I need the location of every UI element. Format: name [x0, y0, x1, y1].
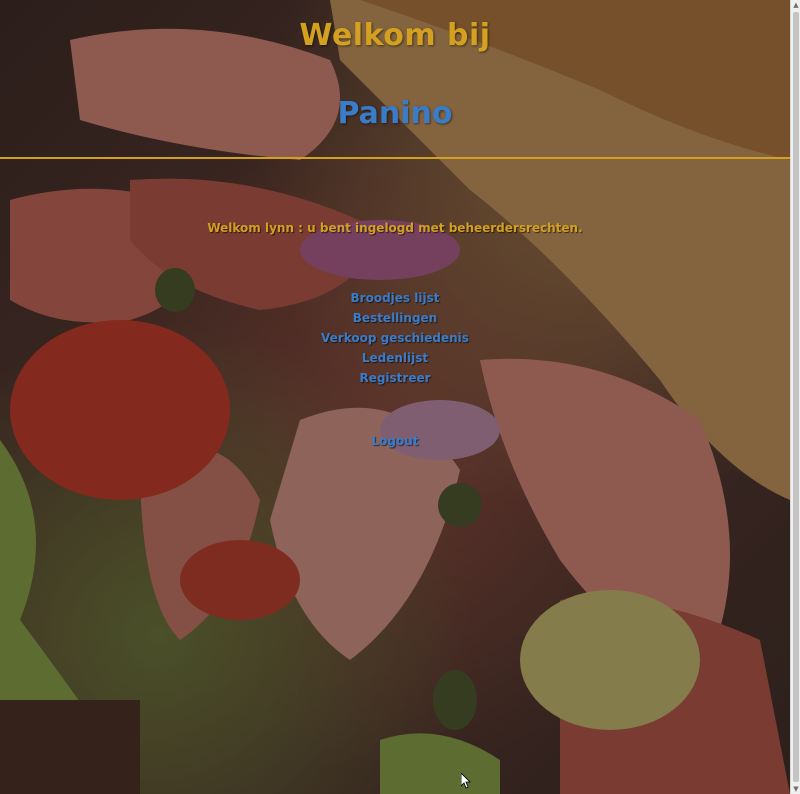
vertical-scrollbar[interactable]: ▲ ▼ [790, 0, 800, 794]
nav-link-ledenlijst[interactable]: Ledenlijst [0, 348, 790, 368]
brand-title: Panino [337, 96, 453, 131]
welcome-title: Welkom bij [299, 18, 491, 53]
header-divider [0, 157, 790, 159]
nav-link-bestellingen[interactable]: Bestellingen [0, 308, 790, 328]
mouse-cursor-icon [461, 773, 471, 789]
nav-link-broodjes-lijst[interactable]: Broodjes lijst [0, 288, 790, 308]
nav-link-verkoop-geschiedenis[interactable]: Verkoop geschiedenis [0, 328, 790, 348]
login-status-message: Welkom lynn : u bent ingelogd met beheer… [207, 221, 583, 235]
scrollbar-thumb[interactable] [793, 12, 799, 782]
scroll-up-arrow-icon[interactable]: ▲ [792, 0, 800, 10]
main-nav: Broodjes lijst Bestellingen Verkoop gesc… [0, 288, 790, 388]
logout-link[interactable]: Logout [0, 434, 790, 448]
nav-link-registreer[interactable]: Registreer [0, 368, 790, 388]
scroll-down-arrow-icon[interactable]: ▼ [792, 784, 800, 794]
